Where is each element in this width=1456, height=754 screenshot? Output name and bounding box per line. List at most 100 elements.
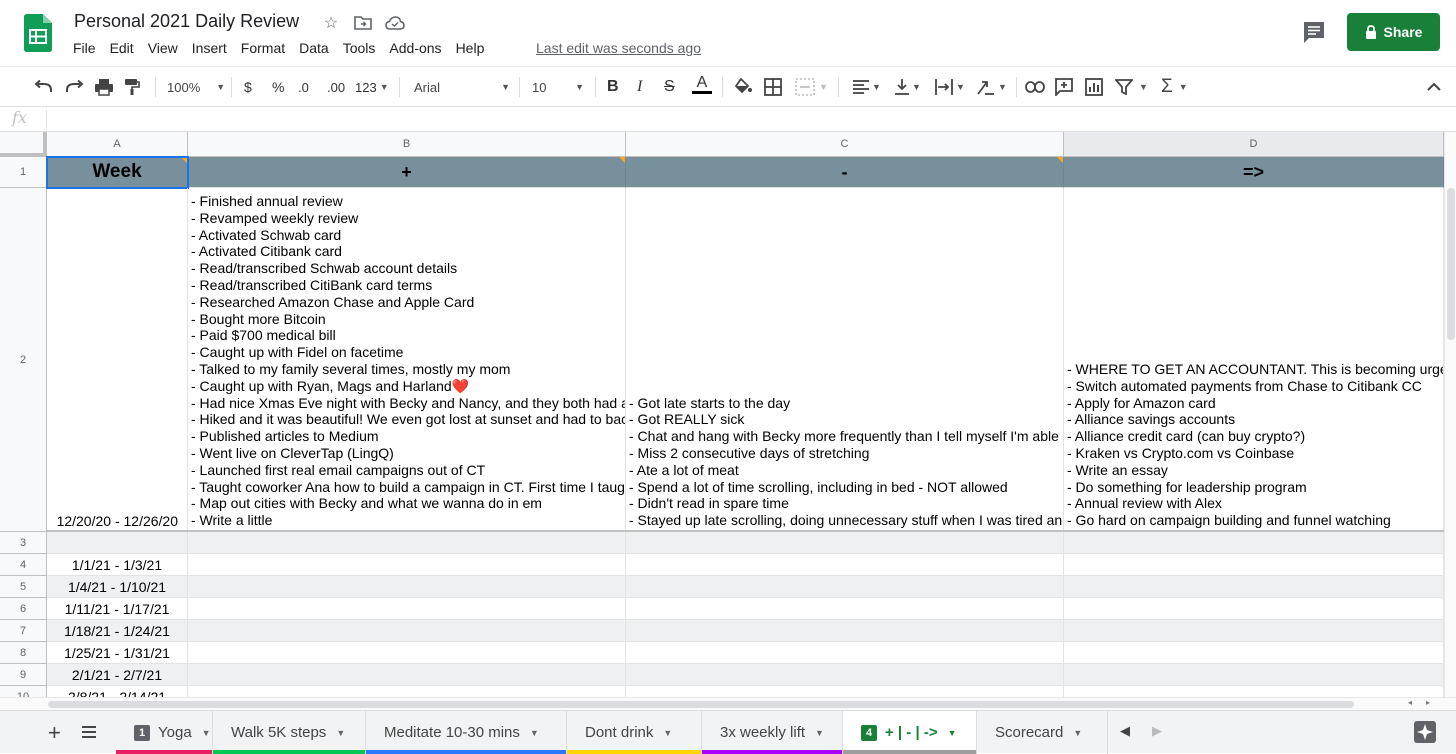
row-header-3[interactable]: 3: [0, 532, 47, 554]
cell-week-range[interactable]: 1/4/21 - 1/10/21: [47, 576, 188, 598]
sheet-tab[interactable]: Scorecard ▼: [977, 711, 1108, 754]
table-cell[interactable]: [1064, 686, 1444, 697]
table-cell[interactable]: [1064, 532, 1444, 554]
header-cell-minus[interactable]: -: [626, 157, 1064, 188]
bold-button[interactable]: B: [607, 75, 619, 99]
last-edit-link[interactable]: Last edit was seconds ago: [536, 40, 701, 56]
horizontal-align-icon[interactable]: ▼: [852, 75, 881, 99]
row-header-6[interactable]: 6: [0, 598, 47, 620]
menu-view[interactable]: View: [148, 40, 183, 56]
table-cell[interactable]: [626, 642, 1064, 664]
fill-color-icon[interactable]: [733, 75, 753, 99]
table-cell[interactable]: [626, 576, 1064, 598]
tab-menu-caret-icon[interactable]: ▼: [1073, 728, 1082, 738]
sheet-tab[interactable]: Dont drink ▼: [567, 711, 702, 754]
table-cell[interactable]: [188, 532, 626, 554]
star-icon[interactable]: ☆: [320, 12, 342, 34]
cell-week-range[interactable]: 1/1/21 - 1/3/21: [47, 554, 188, 576]
table-cell[interactable]: [626, 664, 1064, 686]
paint-format-icon[interactable]: [124, 75, 140, 99]
table-cell[interactable]: [188, 598, 626, 620]
tabs-scroll-right-icon[interactable]: ▶: [1152, 723, 1162, 739]
sheet-tab[interactable]: 4 + | - | -> ▼: [843, 711, 977, 754]
tab-menu-caret-icon[interactable]: ▼: [663, 728, 672, 738]
print-icon[interactable]: [94, 75, 114, 99]
table-cell[interactable]: [626, 554, 1064, 576]
vertical-scrollbar[interactable]: [1444, 132, 1456, 697]
spreadsheet-grid[interactable]: A B C D 1 2 3 4 5 6 7 8 9 10 Week + - =>…: [0, 132, 1444, 697]
row-header-1[interactable]: 1: [0, 157, 47, 188]
table-cell[interactable]: [188, 620, 626, 642]
menu-insert[interactable]: Insert: [192, 40, 232, 56]
insert-comment-icon[interactable]: [1055, 75, 1073, 99]
table-cell[interactable]: [1064, 664, 1444, 686]
table-cell[interactable]: [188, 576, 626, 598]
add-sheet-icon[interactable]: +: [48, 720, 61, 746]
column-header-c[interactable]: C: [626, 132, 1064, 157]
increase-decimal-button[interactable]: .00: [327, 75, 345, 99]
row-header-9[interactable]: 9: [0, 664, 47, 686]
undo-icon[interactable]: [34, 75, 54, 99]
formula-input[interactable]: [50, 109, 1440, 130]
scroll-right-icon[interactable]: ▸: [1426, 698, 1430, 707]
cloud-status-icon[interactable]: [384, 12, 406, 34]
menu-file[interactable]: File: [73, 40, 101, 56]
table-cell[interactable]: [626, 598, 1064, 620]
sheet-tab[interactable]: Walk 5K steps ▼: [213, 711, 366, 754]
table-cell[interactable]: [47, 532, 188, 554]
column-header-d[interactable]: D: [1064, 132, 1444, 157]
cell-next-list[interactable]: - WHERE TO GET AN ACCOUNTANT. This is be…: [1064, 188, 1444, 532]
vertical-align-icon[interactable]: ▼: [894, 75, 921, 99]
table-cell[interactable]: [1064, 598, 1444, 620]
zoom-select[interactable]: 100% ▼: [167, 75, 225, 99]
cell-week-range[interactable]: 2/8/21 - 2/14/21: [47, 686, 188, 697]
column-header-b[interactable]: B: [188, 132, 626, 157]
table-cell[interactable]: [188, 554, 626, 576]
redo-icon[interactable]: [64, 75, 84, 99]
sheet-tab[interactable]: Meditate 10-30 mins ▼: [366, 711, 567, 754]
row-header-7[interactable]: 7: [0, 620, 47, 642]
italic-button[interactable]: I: [637, 75, 642, 99]
strikethrough-button[interactable]: S: [664, 75, 675, 99]
menu-tools[interactable]: Tools: [343, 40, 381, 56]
header-cell-plus[interactable]: +: [188, 157, 626, 188]
move-folder-icon[interactable]: [352, 12, 374, 34]
table-cell[interactable]: [188, 686, 626, 697]
table-cell[interactable]: [1064, 576, 1444, 598]
column-header-a[interactable]: A: [47, 132, 188, 157]
tab-menu-caret-icon[interactable]: ▼: [336, 728, 345, 738]
row-header-5[interactable]: 5: [0, 576, 47, 598]
menu-format[interactable]: Format: [241, 40, 290, 56]
cell-plus-list[interactable]: - Finished annual review - Revamped weekl…: [188, 188, 626, 532]
sheet-tab[interactable]: 3x weekly lift ▼: [702, 711, 843, 754]
row-header-10[interactable]: 10: [0, 686, 47, 697]
horizontal-scrollbar[interactable]: ◂ ▸: [0, 697, 1456, 710]
cell-week-range[interactable]: 1/25/21 - 1/31/21: [47, 642, 188, 664]
table-cell[interactable]: [1064, 554, 1444, 576]
comment-history-icon[interactable]: [1302, 20, 1328, 44]
sheets-logo-icon[interactable]: [24, 14, 52, 52]
sheet-tab[interactable]: 1 Yoga ▼: [116, 711, 213, 754]
tabs-scroll-left-icon[interactable]: ◀: [1120, 723, 1130, 739]
decrease-decimal-button[interactable]: .0: [298, 75, 309, 99]
insert-link-icon[interactable]: [1025, 75, 1045, 99]
horizontal-scroll-thumb[interactable]: [48, 701, 1354, 708]
functions-icon[interactable]: Σ ▼: [1161, 75, 1188, 99]
select-all-corner[interactable]: [0, 132, 47, 157]
explore-icon[interactable]: [1414, 721, 1436, 748]
text-color-button[interactable]: A: [692, 75, 712, 99]
row-header-2[interactable]: 2: [0, 188, 47, 532]
table-cell[interactable]: [1064, 620, 1444, 642]
filter-icon[interactable]: ▼: [1115, 75, 1148, 99]
table-cell[interactable]: [188, 642, 626, 664]
collapse-toolbar-icon[interactable]: [1427, 75, 1441, 99]
document-title[interactable]: Personal 2021 Daily Review: [74, 11, 299, 32]
vertical-scroll-thumb[interactable]: [1447, 188, 1455, 340]
table-cell[interactable]: [188, 664, 626, 686]
tab-menu-caret-icon[interactable]: ▼: [202, 728, 211, 738]
header-cell-week[interactable]: Week: [47, 157, 188, 188]
menu-data[interactable]: Data: [299, 40, 334, 56]
cell-week-range[interactable]: 12/20/20 - 12/26/20: [47, 188, 188, 532]
insert-chart-icon[interactable]: [1085, 75, 1103, 99]
table-cell[interactable]: [1064, 642, 1444, 664]
